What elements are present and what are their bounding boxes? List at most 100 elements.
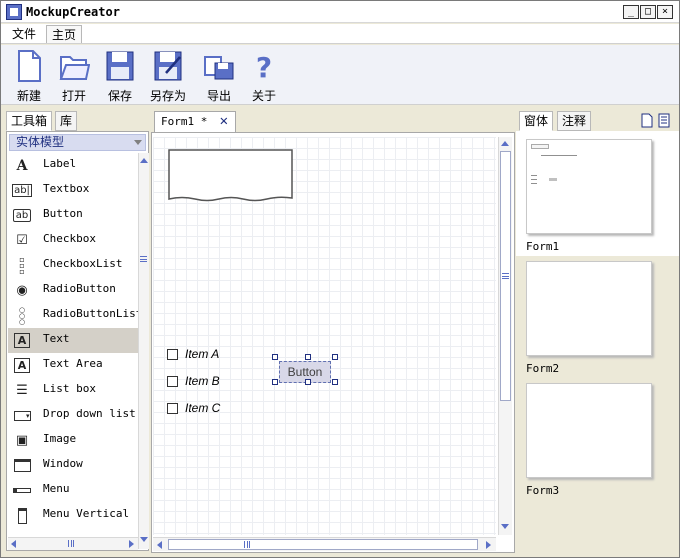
save-as-button[interactable]: 另存为: [148, 49, 188, 103]
close-icon[interactable]: ✕: [220, 112, 228, 131]
tab-library[interactable]: 库: [55, 111, 78, 131]
resize-handle[interactable]: [305, 354, 311, 360]
forms-panel: Form1 Form2 Form3: [516, 131, 679, 551]
resize-handle[interactable]: [272, 379, 278, 385]
page-icon[interactable]: [641, 113, 653, 128]
text-area-icon: A: [13, 357, 31, 374]
app-icon: [6, 4, 22, 20]
widget-label: Menu Vertical: [43, 507, 130, 520]
menu-icon: [13, 482, 31, 499]
widget-item-checkbox[interactable]: ☑ Checkbox: [8, 228, 138, 253]
widget-item-window[interactable]: Window: [8, 453, 138, 478]
radio-button-list-icon: ○ ○ ○: [18, 305, 26, 326]
resize-handle[interactable]: [272, 354, 278, 360]
menu-bar: 文件 主页: [1, 24, 679, 44]
textbox-icon: ab|: [12, 184, 32, 197]
checkbox-icon[interactable]: [167, 349, 178, 360]
label-icon: A: [16, 157, 28, 174]
widget-label: Label: [43, 157, 77, 170]
design-canvas[interactable]: Item A Item B Item C Button: [153, 137, 496, 535]
checkbox-icon[interactable]: [167, 403, 178, 414]
window-icon: [13, 457, 31, 474]
right-panel-tabs: 窗体 注释: [519, 111, 679, 131]
question-mark-icon: ?: [256, 51, 272, 83]
tab-forms[interactable]: 窗体: [519, 111, 554, 131]
widget-item-textarea[interactable]: A Text Area: [8, 353, 138, 378]
widget-item-label[interactable]: A Label: [8, 153, 138, 178]
scroll-left-icon[interactable]: [157, 541, 162, 549]
text-icon: A: [13, 332, 31, 349]
widget-item-checkboxlist[interactable]: ▫ ▫ ▫ CheckboxList: [8, 253, 138, 278]
document-tab[interactable]: Form1 * ✕: [154, 111, 236, 132]
resize-handle[interactable]: [305, 379, 311, 385]
canvas-sketch-box[interactable]: [167, 148, 294, 204]
form-thumbnail-preview: [526, 383, 652, 478]
open-button[interactable]: 打开: [54, 49, 94, 103]
maximize-button[interactable]: □: [640, 5, 656, 19]
open-label: 打开: [61, 89, 86, 103]
canvas-horizontal-scrollbar[interactable]: [153, 537, 496, 551]
export-button[interactable]: 导出: [199, 49, 239, 103]
widget-label: Textbox: [43, 182, 90, 195]
widget-item-listbox[interactable]: ☰ List box: [8, 378, 138, 403]
toolbox-vertical-scrollbar[interactable]: [138, 153, 149, 549]
close-button[interactable]: ×: [657, 5, 673, 19]
widget-item-radiobuttonlist[interactable]: ○ ○ ○ RadioButtonList: [8, 303, 138, 328]
scroll-up-icon[interactable]: [140, 158, 148, 163]
button-icon: ab: [12, 207, 32, 224]
widget-item-image[interactable]: ▣ Image: [8, 428, 138, 453]
widget-label: Drop down list: [43, 407, 136, 420]
widget-item-menu-vertical[interactable]: Menu Vertical: [8, 503, 138, 528]
save-as-icon: [154, 51, 182, 81]
widget-item-radiobutton[interactable]: ◉ RadioButton: [8, 278, 138, 303]
left-panel-tabs: 工具箱 库: [6, 111, 146, 131]
menu-home[interactable]: 主页: [46, 25, 83, 43]
list-page-icon[interactable]: [658, 113, 670, 128]
app-window: MockupCreator _ □ × 文件 主页 新建 打开 保存 另存为 导…: [0, 0, 680, 558]
scroll-down-icon[interactable]: [140, 537, 148, 542]
about-button[interactable]: ? 关于: [244, 49, 284, 103]
form-thumbnail-label: Form1: [526, 240, 560, 253]
scroll-left-icon[interactable]: [11, 540, 16, 548]
tab-notes[interactable]: 注释: [557, 111, 592, 131]
save-label: 保存: [107, 89, 132, 103]
resize-handle[interactable]: [332, 354, 338, 360]
scroll-up-icon[interactable]: [501, 141, 509, 146]
list-box-icon: ☰: [16, 383, 28, 398]
widget-item-dropdown[interactable]: ▾ Drop down list: [8, 403, 138, 428]
checkbox-list-icon: ▫ ▫ ▫: [19, 254, 25, 276]
title-bar: MockupCreator _ □ ×: [1, 1, 679, 23]
scroll-grip-icon: [244, 541, 250, 548]
export-icon: [204, 56, 234, 80]
canvas-vertical-scrollbar[interactable]: [498, 137, 512, 535]
toolbox-horizontal-scrollbar[interactable]: [8, 537, 138, 550]
new-button[interactable]: 新建: [9, 49, 49, 103]
tab-toolbox[interactable]: 工具箱: [6, 111, 53, 131]
window-title: MockupCreator: [26, 5, 120, 19]
widget-item-menu[interactable]: Menu: [8, 478, 138, 503]
checkbox-label: Item A: [185, 347, 220, 361]
group-header[interactable]: 实体模型: [9, 134, 146, 151]
widget-label: CheckboxList: [43, 257, 123, 270]
form-thumbnail-preview: [526, 261, 652, 356]
resize-handle[interactable]: [332, 379, 338, 385]
widget-item-button[interactable]: ab Button: [8, 203, 138, 228]
scroll-right-icon[interactable]: [486, 541, 491, 549]
checkbox-icon[interactable]: [167, 376, 178, 387]
widget-item-textbox[interactable]: ab| Textbox: [8, 178, 138, 203]
widget-label: Text Area: [43, 357, 103, 370]
toolbox-panel: 实体模型 A Label ab| Textbox ab Button ☑ Che…: [6, 131, 149, 551]
form-thumbnail-label: Form2: [526, 362, 560, 375]
radio-button-icon: ◉: [16, 283, 28, 298]
minimize-button[interactable]: _: [623, 5, 639, 19]
canvas-vertical-thumb[interactable]: [500, 151, 511, 401]
widget-label: RadioButton: [43, 282, 116, 295]
scroll-right-icon[interactable]: [129, 540, 134, 548]
group-header-label: 实体模型: [16, 135, 65, 149]
scroll-down-icon[interactable]: [501, 524, 509, 529]
menu-file[interactable]: 文件: [7, 25, 41, 43]
widget-item-text[interactable]: A Text: [8, 328, 138, 353]
checkbox-label: Item C: [185, 401, 221, 415]
canvas-horizontal-thumb[interactable]: [168, 539, 478, 550]
save-button[interactable]: 保存: [100, 49, 140, 103]
